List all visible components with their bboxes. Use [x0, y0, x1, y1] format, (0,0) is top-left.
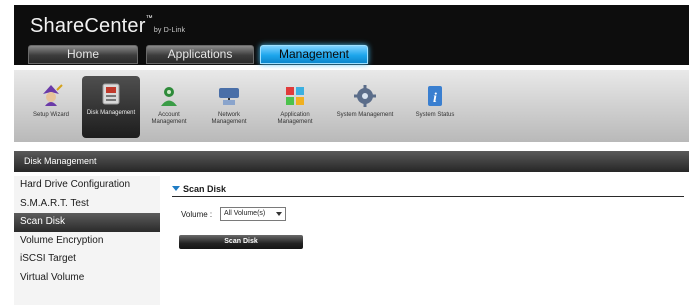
panel-title-text: Scan Disk [183, 184, 227, 194]
management-icon-bar: Setup Wizard Disk Management Account Man… [14, 70, 689, 142]
system-management-button[interactable]: System Management [336, 78, 394, 138]
disk-management-label: Disk Management [86, 110, 136, 116]
system-management-label: System Management [336, 112, 394, 118]
brand-subtitle: by D-Link [153, 27, 186, 34]
network-icon [219, 88, 239, 105]
wizard-icon [43, 84, 63, 106]
setup-wizard-button[interactable]: Setup Wizard [22, 78, 80, 138]
application-management-label: Application Management [277, 112, 313, 125]
collapse-triangle-icon [172, 186, 180, 191]
sidebar-item-volume-encryption[interactable]: Volume Encryption [14, 232, 160, 251]
volume-select-value: All Volume(s) [224, 210, 266, 217]
panel-divider [172, 196, 684, 197]
sidebar-item-smart-test[interactable]: S.M.A.R.T. Test [14, 195, 160, 214]
application-management-button[interactable]: Application Management [266, 78, 324, 138]
account-icon [161, 87, 177, 106]
scan-disk-button[interactable]: Scan Disk [179, 235, 303, 249]
system-icon [354, 85, 376, 107]
disk-icon [102, 83, 120, 105]
system-status-label: System Status [415, 112, 455, 118]
panel-title[interactable]: Scan Disk [172, 184, 226, 194]
brand-logo: ShareCenter™by D-Link [30, 15, 185, 38]
scan-disk-panel: Scan Disk Volume : All Volume(s) Scan Di… [164, 176, 689, 305]
disk-management-button[interactable]: Disk Management [82, 76, 140, 138]
network-management-button[interactable]: Network Management [200, 78, 258, 138]
info-icon: i [428, 86, 442, 106]
brand-trademark: ™ [145, 15, 153, 22]
system-status-button[interactable]: i System Status [406, 78, 464, 138]
tab-home[interactable]: Home [28, 45, 138, 64]
sidebar-item-virtual-volume[interactable]: Virtual Volume [14, 269, 160, 288]
account-management-label: Account Management [151, 112, 187, 125]
brand-name: ShareCenter [30, 15, 146, 37]
tab-management[interactable]: Management [260, 45, 368, 64]
sidebar-item-iscsi-target[interactable]: iSCSI Target [14, 250, 160, 269]
account-management-button[interactable]: Account Management [140, 78, 198, 138]
section-title: Disk Management [14, 151, 689, 172]
volume-select[interactable]: All Volume(s) [220, 207, 286, 221]
sidebar-item-hard-drive-configuration[interactable]: Hard Drive Configuration [14, 176, 160, 195]
sidebar: Hard Drive Configuration S.M.A.R.T. Test… [14, 176, 160, 305]
svg-text:i: i [433, 91, 437, 106]
chevron-down-icon [276, 212, 282, 216]
top-header: ShareCenter™by D-Link Home Applications … [14, 5, 689, 65]
network-management-label: Network Management [211, 112, 247, 125]
application-icon [286, 87, 304, 105]
sidebar-item-scan-disk[interactable]: Scan Disk [14, 213, 160, 232]
volume-label: Volume : [181, 210, 213, 219]
tab-applications[interactable]: Applications [146, 45, 254, 64]
setup-wizard-label: Setup Wizard [32, 112, 69, 118]
